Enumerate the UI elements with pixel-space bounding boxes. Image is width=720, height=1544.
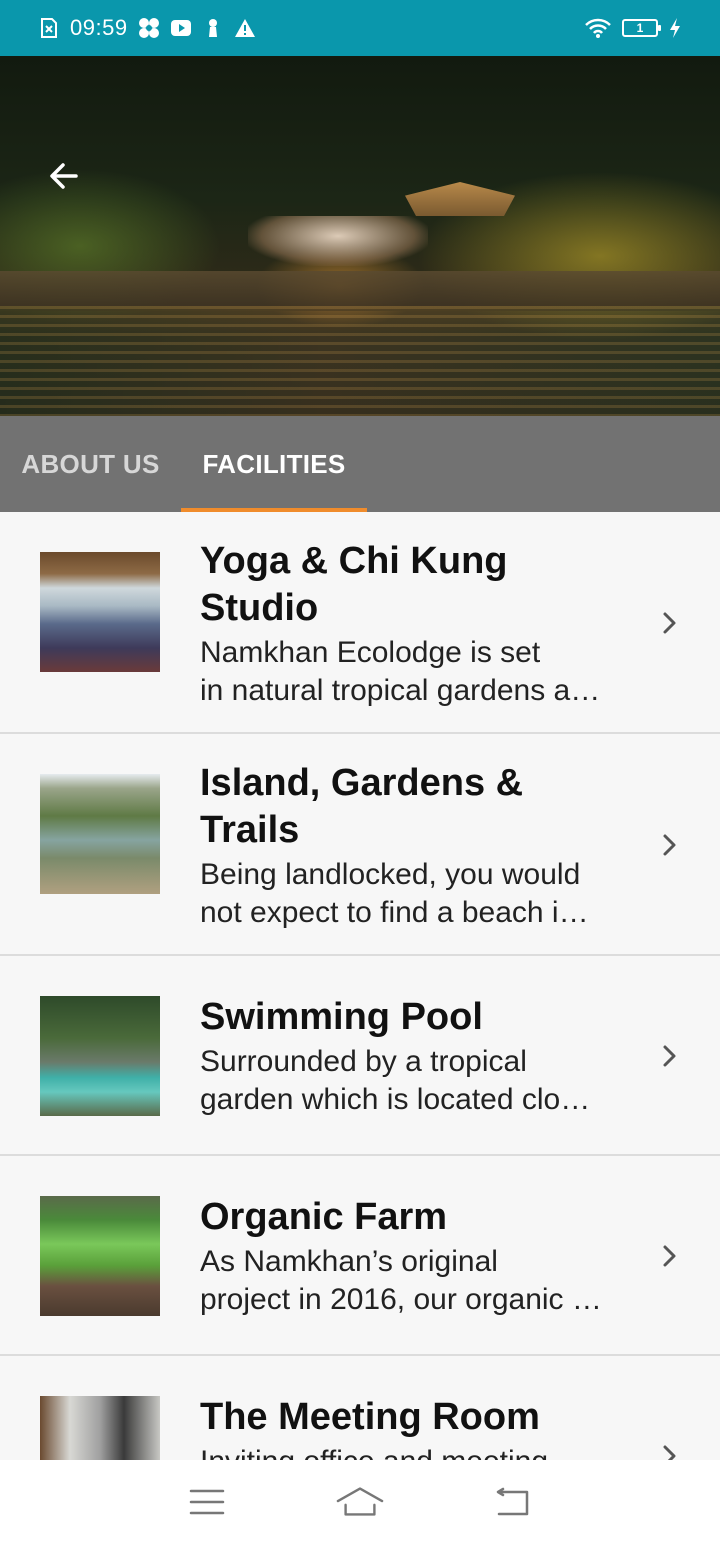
list-item-title: Yoga & Chi Kung Studio bbox=[200, 538, 620, 632]
list-item-title: Organic Farm bbox=[200, 1194, 620, 1241]
list-item[interactable]: Island, Gardens & Trails Being landlocke… bbox=[0, 734, 720, 956]
menu-button[interactable] bbox=[183, 1478, 231, 1526]
back-nav-button[interactable] bbox=[489, 1478, 537, 1526]
swimming-pool-thumbnail bbox=[40, 996, 160, 1116]
facilities-list: Yoga & Chi Kung Studio Namkhan Ecolodge … bbox=[0, 512, 720, 1460]
list-item-title: Island, Gardens & Trails bbox=[200, 760, 620, 854]
desc-line: project in 2016, our organic … bbox=[200, 1283, 602, 1316]
system-nav-bar bbox=[0, 1460, 720, 1544]
hero-hut bbox=[405, 182, 515, 216]
desc-line: garden which is located clo… bbox=[200, 1083, 591, 1116]
status-left: 09:59 bbox=[38, 15, 256, 41]
back-icon bbox=[497, 1487, 529, 1516]
title-line: Organic Farm bbox=[200, 1196, 448, 1238]
title-line: The Meeting Room bbox=[200, 1396, 540, 1438]
list-item-description: Surrounded by a tropical garden which is… bbox=[200, 1043, 620, 1119]
warning-icon bbox=[234, 17, 256, 39]
arrow-left-icon bbox=[50, 163, 78, 189]
battery-icon: 1 bbox=[622, 19, 661, 37]
list-item-description: Inviting office and meeting bbox=[200, 1443, 620, 1460]
yoga-studio-thumbnail bbox=[40, 552, 160, 672]
home-button[interactable] bbox=[336, 1478, 384, 1526]
status-right: 1 bbox=[584, 17, 682, 39]
title-line: Island, Gardens & bbox=[200, 762, 524, 804]
youtube-icon bbox=[170, 17, 192, 39]
hero-shore bbox=[0, 271, 720, 311]
list-item-text: Organic Farm As Namkhan’s original proje… bbox=[200, 1194, 620, 1319]
title-line: Swimming Pool bbox=[200, 996, 483, 1038]
tab-bar: ABOUT US FACILITIES bbox=[0, 416, 720, 512]
list-item[interactable]: The Meeting Room Inviting office and mee… bbox=[0, 1356, 720, 1460]
hero-water bbox=[0, 306, 720, 416]
organic-farm-thumbnail bbox=[40, 1196, 160, 1316]
desc-line: Inviting office and meeting bbox=[200, 1443, 620, 1460]
list-item-description: Being landlocked, you would not expect t… bbox=[200, 856, 620, 932]
chevron-right-icon bbox=[663, 1445, 676, 1460]
list-item-text: The Meeting Room Inviting office and mee… bbox=[200, 1394, 620, 1460]
list-item[interactable]: Swimming Pool Surrounded by a tropical g… bbox=[0, 956, 720, 1156]
list-item-description: Namkhan Ecolodge is set in natural tropi… bbox=[200, 634, 620, 710]
title-line: Yoga & Chi Kung bbox=[200, 540, 508, 582]
tab-facilities[interactable]: FACILITIES bbox=[181, 416, 367, 512]
hero-image[interactable] bbox=[0, 56, 720, 416]
desc-line: not expect to find a beach i… bbox=[200, 896, 589, 929]
tab-about-us[interactable]: ABOUT US bbox=[0, 416, 181, 512]
desc-line: Being landlocked, you would bbox=[200, 858, 581, 891]
list-item[interactable]: Yoga & Chi Kung Studio Namkhan Ecolodge … bbox=[0, 512, 720, 734]
list-item-title: The Meeting Room bbox=[200, 1394, 620, 1441]
keyhole-icon bbox=[202, 17, 224, 39]
wifi-icon bbox=[584, 17, 612, 39]
pinwheel-icon bbox=[138, 17, 160, 39]
back-button[interactable] bbox=[40, 152, 88, 200]
list-item-text: Swimming Pool Surrounded by a tropical g… bbox=[200, 994, 620, 1119]
desc-line: Surrounded by a tropical bbox=[200, 1045, 527, 1078]
meeting-room-thumbnail bbox=[40, 1396, 160, 1460]
desc-line: Namkhan Ecolodge is set bbox=[200, 636, 541, 669]
chevron-right-icon bbox=[663, 612, 676, 634]
status-bar: 09:59 1 bbox=[0, 0, 720, 56]
sim-x-icon bbox=[38, 17, 60, 39]
menu-icon bbox=[189, 1489, 224, 1515]
list-item[interactable]: Organic Farm As Namkhan’s original proje… bbox=[0, 1156, 720, 1356]
list-item-text: Yoga & Chi Kung Studio Namkhan Ecolodge … bbox=[200, 538, 620, 710]
desc-line: As Namkhan’s original bbox=[200, 1245, 498, 1278]
title-line: Trails bbox=[200, 809, 300, 851]
chevron-right-icon bbox=[663, 1245, 676, 1267]
hero-diners bbox=[248, 216, 428, 266]
desc-line: in natural tropical gardens a… bbox=[200, 674, 601, 707]
island-gardens-thumbnail bbox=[40, 774, 160, 894]
status-time: 09:59 bbox=[70, 15, 128, 40]
home-icon bbox=[336, 1487, 384, 1516]
screen: 09:59 1 ABOUT US FACILITIES Yoga & Chi K… bbox=[0, 0, 720, 1544]
chevron-right-icon bbox=[663, 1045, 676, 1067]
title-line: Studio bbox=[200, 587, 319, 629]
list-item-description: As Namkhan’s original project in 2016, o… bbox=[200, 1243, 620, 1319]
list-item-text: Island, Gardens & Trails Being landlocke… bbox=[200, 760, 620, 932]
chevron-right-icon bbox=[663, 834, 676, 856]
battery-level: 1 bbox=[636, 21, 644, 35]
list-item-title: Swimming Pool bbox=[200, 994, 620, 1041]
charging-icon bbox=[668, 17, 682, 39]
